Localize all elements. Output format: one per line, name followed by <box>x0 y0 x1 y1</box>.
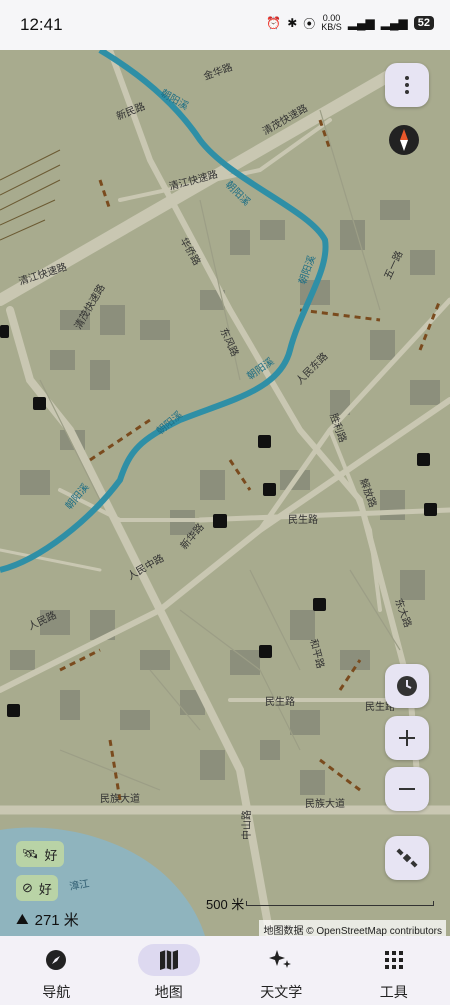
label-minzu-dadao-2: 民族大道 <box>305 797 345 810</box>
nav-item-navigation[interactable]: 导航 <box>0 936 113 1005</box>
plus-icon <box>399 730 415 746</box>
altitude-readout: ⛰ 271 米 <box>16 909 79 930</box>
label-minsheng-rd-2: 民生路 <box>265 695 295 708</box>
zoom-in-button[interactable] <box>385 716 429 760</box>
altitude-value: 271 米 <box>34 912 79 929</box>
net-speed-unit: KB/S <box>321 22 342 32</box>
compass-small-icon: ⊘ <box>22 880 33 895</box>
label-minzu-dadao: 民族大道 <box>100 792 140 805</box>
label-zhongshan-rd: 中山路 <box>240 810 253 840</box>
compass-needle-icon <box>400 129 408 151</box>
parking-icon <box>0 325 9 338</box>
signal-icon: ▂▄▆ <box>347 16 375 30</box>
mountain-icon: ⛰ <box>16 911 29 928</box>
net-speed: 0.00 KB/S <box>321 14 342 32</box>
scale-bar <box>246 901 434 906</box>
satellite-layer-button[interactable] <box>385 836 429 880</box>
location-icon: ⦿ <box>303 16 316 31</box>
alarm-icon: ⏰ <box>266 16 282 30</box>
grid-icon <box>384 951 403 969</box>
bluetooth-icon: ✱ <box>287 16 298 30</box>
status-time: 12:41 <box>20 15 63 34</box>
parking-icon <box>7 704 20 717</box>
signal-icon-2: ▂▄▆ <box>380 16 408 30</box>
nav-item-map[interactable]: 地图 <box>113 936 226 1005</box>
satellite-status-text: 好 <box>44 847 58 863</box>
label-minsheng-rd: 民生路 <box>288 513 318 526</box>
nav-label-map: 地图 <box>154 984 183 1000</box>
time-button[interactable] <box>385 664 429 708</box>
compass-icon <box>46 950 67 970</box>
nav-item-astronomy[interactable]: 天文学 <box>225 936 338 1005</box>
compass-status-chip[interactable]: ⊘ 好 <box>16 875 58 901</box>
clock-icon <box>397 676 417 696</box>
nav-item-tools[interactable]: 工具 <box>338 936 450 1005</box>
scale-label: 500 米 <box>206 897 245 912</box>
parking-icon <box>424 503 437 516</box>
compass-button[interactable] <box>389 125 419 155</box>
parking-icon <box>313 598 326 611</box>
nav-label-astronomy: 天文学 <box>260 984 303 1000</box>
map-canvas[interactable]: 新民路 清江快速路 清江快速路 清茂快速路 清茂快速路 金华路 朝阳溪 朝阳溪 … <box>0 50 450 936</box>
map-icon <box>159 950 178 970</box>
more-options-button[interactable] <box>385 63 429 107</box>
satellite-status-chip[interactable]: 🛰 好 <box>16 841 64 867</box>
minus-icon <box>399 788 415 790</box>
parking-icon <box>263 483 276 496</box>
sparkles-icon <box>269 950 292 968</box>
status-icons: ⏰ ✱ ⦿ 0.00 KB/S ▂▄▆ ▂▄▆ 52 <box>266 14 434 32</box>
more-vertical-icon <box>405 76 409 94</box>
parking-icon <box>33 397 46 410</box>
status-bar: 12:41 ⏰ ✱ ⦿ 0.00 KB/S ▂▄▆ ▂▄▆ 52 <box>0 0 450 50</box>
zoom-out-button[interactable] <box>385 767 429 811</box>
parking-icon <box>259 645 272 658</box>
parking-icon <box>258 435 271 448</box>
bottom-navigation: 导航 地图 天文学 工具 <box>0 936 450 1005</box>
satellite-icon <box>396 848 418 868</box>
battery-indicator: 52 <box>413 16 434 30</box>
restaurant-icon <box>213 514 227 528</box>
parking-icon <box>417 453 430 466</box>
compass-status-text: 好 <box>38 881 52 897</box>
map-view[interactable]: 新民路 清江快速路 清江快速路 清茂快速路 清茂快速路 金华路 朝阳溪 朝阳溪 … <box>0 50 450 936</box>
nav-label-tools: 工具 <box>379 984 408 1000</box>
nav-label-navigation: 导航 <box>42 984 71 1000</box>
satellite-small-icon: 🛰 <box>22 846 39 861</box>
